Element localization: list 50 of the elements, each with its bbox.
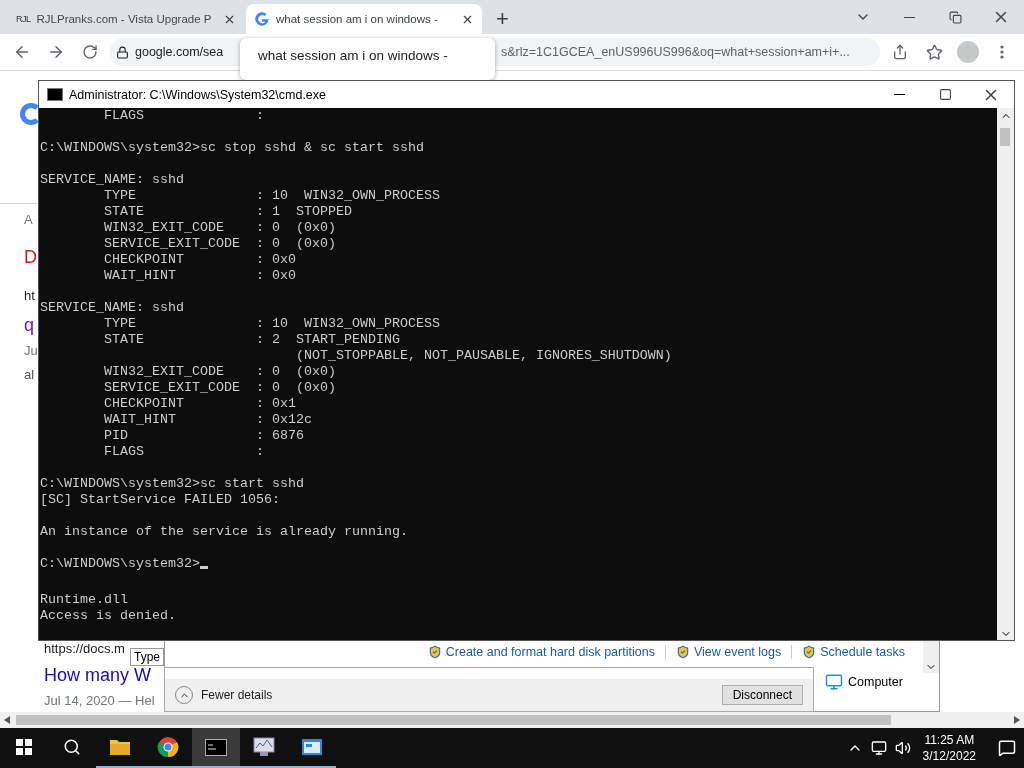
terminal-line: C:\WINDOWS\system32>sc stop sshd & sc start sshd: [40, 140, 424, 155]
tab-title: RJLPranks.com - Vista Upgrade P: [36, 13, 213, 25]
new-tab-button[interactable]: +: [490, 6, 515, 32]
terminal-line: CHECKPOINT : 0x1: [103, 396, 296, 411]
site-favicon: RJL: [16, 14, 31, 24]
terminal-line: SERVICE_NAME: sshd: [40, 172, 184, 187]
result-text[interactable]: How many W: [44, 665, 151, 685]
terminal-line: SERVICE_NAME: sshd: [40, 300, 184, 315]
type-label: Type: [130, 648, 164, 666]
terminal-line: TYPE : 10 WIN32_OWN_PROCESS: [103, 188, 440, 203]
clock[interactable]: 11:25 AM 3/12/2022: [922, 732, 976, 764]
browser-tab[interactable]: what session am i on windows -: [246, 4, 482, 34]
terminal-line: C:\WINDOWS\system32>sc start sshd: [40, 476, 304, 491]
terminal-line: SERVICE_EXIT_CODE : 0 (0x0): [103, 380, 336, 395]
task-link[interactable]: Schedule tasks: [802, 645, 915, 659]
terminal-line: CHECKPOINT : 0x0: [103, 252, 296, 267]
terminal-line: TYPE : 10 WIN32_OWN_PROCESS: [103, 316, 440, 331]
terminal-line: (NOT_STOPPABLE, NOT_PAUSABLE, IGNORES_SHUTDOWN): [294, 348, 672, 363]
terminal-line: STATE : 2 START_PENDING: [103, 332, 400, 347]
computer-item[interactable]: Computer: [825, 673, 903, 691]
result-text: al: [24, 366, 35, 384]
terminal-line: STATE : 1 STOPPED: [103, 204, 352, 219]
terminal-line: WAIT_HINT : 0x0: [103, 268, 296, 283]
result-text: Jul 14, 2020 — Hel: [44, 692, 155, 710]
terminal-line: WIN32_EXIT_CODE : 0 (0x0): [103, 220, 336, 235]
terminal-line: PID : 6876: [103, 428, 304, 443]
terminal-line: FLAGS :: [103, 108, 264, 123]
result-text: https://docs.m: [44, 640, 125, 658]
tab-title: what session am i on windows -: [276, 13, 439, 25]
terminal-line: Access is denied.: [40, 608, 176, 623]
disconnect-button[interactable]: Disconnect: [721, 685, 803, 705]
terminal-line: FLAGS :: [103, 444, 264, 459]
terminal-line: WIN32_EXIT_CODE : 0 (0x0): [103, 364, 336, 379]
window-title: Administrator: C:\Windows\System32\cmd.exe: [69, 87, 327, 102]
result-text: D: [24, 247, 37, 267]
result-text: A: [24, 211, 33, 229]
result-text: Ju: [24, 342, 38, 360]
terminal-line: [SC] StartService FAILED 1056:: [40, 492, 280, 507]
fewer-details-toggle[interactable]: Fewer details: [175, 686, 273, 704]
result-text[interactable]: q: [24, 315, 34, 335]
task-link[interactable]: View event logs: [675, 645, 793, 659]
result-text: ht: [24, 287, 35, 305]
task-link[interactable]: Create and format hard disk partitions: [427, 645, 666, 659]
terminal-prompt: C:\WINDOWS\system32>: [40, 556, 200, 571]
terminal-line: WAIT_HINT : 0x12c: [103, 412, 312, 427]
tab-tooltip: what session am i on windows -: [240, 38, 495, 80]
browser-tab[interactable]: RJL RJLPranks.com - Vista Upgrade P: [8, 4, 244, 34]
terminal-line: An instance of the service is already running.: [40, 524, 408, 539]
terminal-line: SERVICE_EXIT_CODE : 0 (0x0): [103, 236, 336, 251]
terminal-line: Runtime.dll: [40, 592, 128, 607]
